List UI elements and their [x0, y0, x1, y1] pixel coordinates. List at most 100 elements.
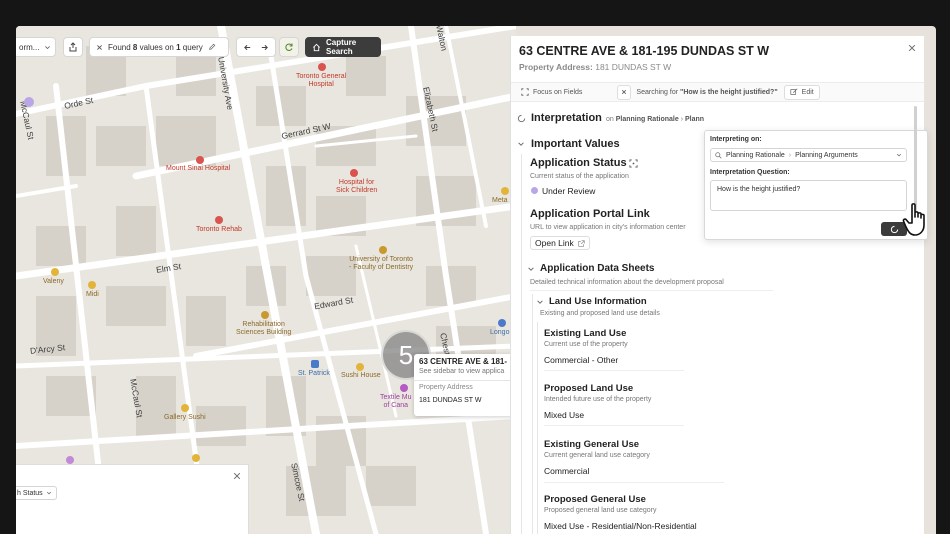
app-status-desc: Current status of the application — [530, 173, 629, 180]
close-icon[interactable] — [233, 472, 241, 480]
portal-link-desc: URL to view application in city's inform… — [530, 224, 686, 231]
property-title: 63 CENTRE AVE & 181-195 DUNDAS ST W — [519, 44, 770, 58]
question-input[interactable]: How is the height justified? — [710, 180, 907, 211]
sidebar-header: 63 CENTRE AVE & 181-195 DUNDAS ST W Prop… — [519, 44, 769, 72]
place-label: Toronto Rehab — [196, 226, 242, 233]
refresh-icon — [284, 42, 294, 52]
restaurant-pin[interactable] — [88, 281, 96, 289]
pencil-icon[interactable] — [208, 43, 216, 51]
place-label: Midi — [86, 291, 99, 298]
tree-guide — [537, 322, 538, 534]
field-desc: Current use of the property — [544, 341, 628, 348]
bottom-panel: h Status — [16, 464, 249, 534]
restaurant-pin[interactable] — [51, 268, 59, 276]
detail-sidebar: 63 CENTRE AVE & 181-195 DUNDAS ST W Prop… — [510, 36, 924, 534]
crumb-planning-rationale: Planning Rationale — [726, 151, 785, 159]
interpretation-title[interactable]: Interpretation — [531, 112, 602, 124]
clear-search-button[interactable] — [617, 84, 632, 100]
place-label: Gallery Sushi — [164, 414, 206, 421]
search-icon — [715, 151, 722, 159]
close-icon[interactable] — [96, 44, 103, 51]
school-pin[interactable] — [261, 311, 269, 319]
field-value: Commercial - Other — [544, 355, 619, 365]
arrow-left-icon[interactable] — [243, 43, 252, 52]
searching-text: Searching for "How is the height justifi… — [636, 88, 778, 96]
focus-icon — [521, 88, 529, 96]
focus-fields-button[interactable]: Focus on Fields — [516, 85, 587, 100]
restaurant-pin[interactable] — [181, 404, 189, 412]
field-divider — [544, 482, 724, 483]
chevron-down-icon[interactable] — [527, 265, 535, 273]
subway-pin[interactable] — [311, 360, 319, 368]
app-status-title: Application Status — [530, 157, 627, 169]
section-divider — [530, 290, 773, 291]
field-title: Existing General Use — [544, 439, 640, 450]
close-icon[interactable] — [908, 44, 916, 52]
popup-field-value: 181 DUNDAS ST W — [419, 397, 482, 404]
chevron-down-icon[interactable] — [536, 298, 544, 306]
search-context-bar: Focus on Fields Searching for "How is th… — [511, 82, 924, 102]
field-desc: Current general land use category — [544, 452, 650, 459]
edit-label: Edit — [801, 88, 814, 96]
restaurant-pin[interactable] — [356, 363, 364, 371]
restaurant-pin[interactable] — [192, 454, 200, 462]
field-title: Existing Land Use — [544, 328, 627, 339]
hand-cursor-icon — [902, 202, 934, 238]
chevron-down-icon[interactable] — [517, 140, 525, 148]
interpretation-popover: Interpreting on: Planning Rationale › Pl… — [704, 130, 928, 240]
history-nav — [236, 37, 276, 57]
view-select-label: orm... — [19, 42, 40, 52]
share-icon — [68, 42, 78, 52]
external-link-icon — [578, 239, 585, 247]
landuse-desc: Existing and proposed land use details — [540, 310, 660, 317]
chevron-down-icon — [44, 44, 51, 51]
focus-icon[interactable] — [629, 159, 638, 168]
field-desc: Proposed general land use category — [544, 507, 657, 514]
status-filter[interactable]: h Status — [16, 486, 57, 500]
capture-search-button[interactable]: Capture Search — [305, 37, 381, 57]
loading-spinner-icon — [890, 225, 899, 234]
hospital-pin[interactable] — [318, 63, 326, 71]
field-divider — [544, 370, 684, 371]
map-view[interactable]: Orde St McCaul St University Ave Gerrard… — [16, 26, 516, 534]
place-label: St. Patrick — [298, 370, 330, 377]
place-label: Toronto General Hospital — [296, 73, 347, 88]
arrow-right-icon[interactable] — [260, 43, 269, 52]
popup-divider — [414, 380, 516, 381]
app-status-value: Under Review — [542, 186, 596, 196]
open-link-button[interactable]: Open Link — [530, 236, 590, 250]
hospital-pin[interactable] — [215, 216, 223, 224]
datasheets-title[interactable]: Application Data Sheets — [540, 263, 654, 274]
important-values-heading[interactable]: Important Values — [531, 138, 620, 150]
field-value: Commercial — [544, 466, 590, 476]
chevron-down-icon — [46, 490, 52, 496]
map-popup[interactable]: 63 CENTRE AVE & 181- See sidebar to view… — [414, 354, 516, 416]
home-icon — [312, 43, 321, 52]
portal-link-title: Application Portal Link — [530, 208, 650, 220]
place-label: Sushi House — [341, 372, 381, 379]
restaurant-pin[interactable] — [501, 187, 509, 195]
tree-guide — [532, 294, 533, 534]
question-label: Interpretation Question: — [710, 169, 790, 176]
shop-pin[interactable] — [498, 319, 506, 327]
hospital-pin[interactable] — [196, 156, 204, 164]
open-link-label: Open Link — [535, 238, 574, 248]
location-dot[interactable] — [66, 456, 74, 464]
place-label: Longo — [490, 329, 510, 336]
school-pin[interactable] — [379, 246, 387, 254]
interpreting-on-select[interactable]: Planning Rationale › Planning Arguments — [710, 148, 907, 162]
status-dot — [531, 187, 538, 194]
hospital-pin[interactable] — [350, 169, 358, 177]
found-values-chip[interactable]: Found 8 values on 1 query — [89, 37, 229, 57]
refresh-button[interactable] — [279, 37, 299, 57]
view-select[interactable]: orm... — [16, 37, 56, 57]
share-button[interactable] — [63, 37, 83, 57]
popup-subtitle: See sidebar to view applica — [419, 368, 505, 375]
place-label: Meta — [492, 197, 508, 204]
place-label: Valeny — [43, 278, 64, 285]
edit-search-button[interactable]: Edit — [783, 84, 820, 100]
museum-pin[interactable] — [400, 384, 408, 392]
landuse-title[interactable]: Land Use Information — [549, 296, 647, 307]
location-dot[interactable] — [24, 97, 34, 107]
place-label: Textile Mu of Cana — [380, 394, 412, 409]
